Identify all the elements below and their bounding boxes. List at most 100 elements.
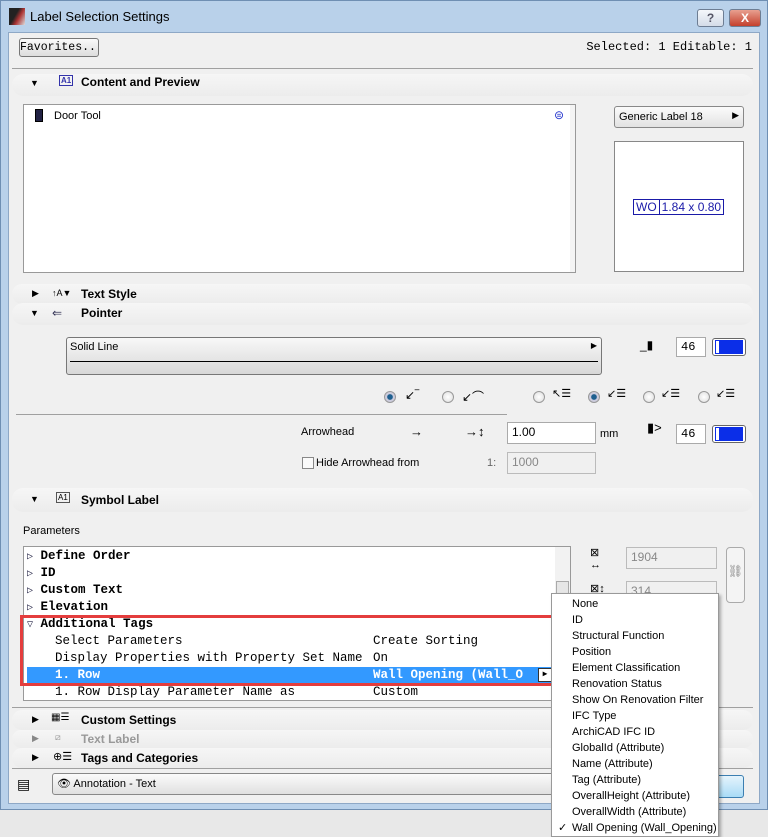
pointer-straight-radio[interactable] — [384, 391, 396, 403]
layer-value: Annotation - Text — [73, 778, 156, 790]
menu-item[interactable]: OverallHeight (Attribute) — [572, 788, 690, 804]
param-row[interactable]: ▷ Elevation — [27, 599, 554, 616]
expand-triangle-icon[interactable]: ▶ — [32, 752, 39, 763]
anchor-underline-icon: ↙☰ — [716, 388, 736, 400]
param-row[interactable]: ▷ Custom Text — [27, 582, 554, 599]
menu-item[interactable]: None — [572, 596, 598, 612]
menu-item[interactable]: Element Classification — [572, 660, 680, 676]
menu-item[interactable]: Renovation Status — [572, 676, 662, 692]
symbol-label-title: Symbol Label — [81, 493, 160, 507]
arrow-right-icon: ▶ — [732, 110, 739, 120]
menu-item[interactable]: IFC Type — [572, 708, 616, 724]
width-icon: ⊠ ↔ — [590, 547, 601, 571]
param-name: Custom Text — [40, 583, 124, 597]
menu-item-selected[interactable]: Wall Opening (Wall_Opening) — [572, 820, 717, 836]
param-name: Define Order — [40, 549, 131, 563]
param-row[interactable]: ▷ Define Order — [27, 548, 554, 565]
anchor-top-radio[interactable] — [533, 391, 545, 403]
anchor-underline-radio[interactable] — [698, 391, 710, 403]
pointer-curved-radio[interactable] — [442, 391, 454, 403]
divider — [12, 68, 753, 69]
options-icon[interactable]: ⊜ — [554, 108, 564, 122]
menu-item[interactable]: ArchiCAD IFC ID — [572, 724, 655, 740]
pointer-pen-color-button[interactable] — [712, 338, 746, 356]
favorites-button[interactable]: Favorites... — [19, 38, 99, 57]
menu-item[interactable]: Position — [572, 644, 611, 660]
curved-pointer-icon: ↙⌒ — [462, 390, 485, 404]
list-scrollbar[interactable] — [570, 105, 575, 272]
window-title: Label Selection Settings — [30, 9, 170, 24]
app-icon — [9, 8, 25, 25]
expand-triangle-icon[interactable]: ▶ — [32, 714, 39, 725]
line-type-value: Solid Line — [70, 341, 119, 353]
content-list[interactable] — [23, 104, 576, 273]
preview-size: 1.84 x 0.80 — [661, 200, 722, 214]
arrowhead-label: Arrowhead — [301, 426, 355, 438]
collapse-triangle-icon[interactable]: ▼ — [30, 308, 39, 318]
menu-item[interactable]: Tag (Attribute) — [572, 772, 641, 788]
pointer-pen-field[interactable]: 46 — [676, 337, 706, 357]
pen-icon: _▮ — [640, 338, 654, 352]
menu-item[interactable]: Show On Renovation Filter — [572, 692, 703, 708]
pointer-header[interactable] — [12, 303, 753, 325]
menu-item[interactable]: ID — [572, 612, 583, 628]
width-field[interactable]: 1904 — [626, 547, 717, 569]
door-icon — [35, 109, 43, 122]
anchor-bottom-icon: ↙☰ — [661, 388, 681, 400]
line-type-dropdown[interactable]: Solid Line ▶ — [66, 337, 602, 375]
pointer-icon: ⇐ — [52, 306, 63, 320]
menu-item[interactable]: Name (Attribute) — [572, 756, 653, 772]
collapse-triangle-icon[interactable]: ▼ — [30, 494, 39, 504]
arrowhead-size-icon: →↕ — [465, 424, 485, 439]
straight-pointer-icon: ↙‾ — [405, 388, 420, 402]
tags-categories-title: Tags and Categories — [81, 751, 199, 765]
label-type-value: Generic Label 18 — [619, 111, 703, 123]
arrowhead-pen-color-button[interactable] — [712, 425, 746, 443]
list-item-door-tool[interactable]: Door Tool — [54, 110, 101, 122]
param-value: Custom — [373, 685, 419, 699]
custom-settings-icon: ▦☰ — [51, 712, 70, 723]
hide-scale-field[interactable]: 1000 — [507, 452, 596, 474]
arrowhead-type-icon[interactable]: → — [410, 424, 423, 439]
anchor-middle-radio[interactable] — [588, 391, 600, 403]
help-button[interactable]: ? — [697, 9, 724, 27]
param-row[interactable]: ▷ ID — [27, 565, 554, 582]
text-style-title: Text Style — [81, 287, 137, 301]
parameters-label: Parameters — [23, 525, 80, 537]
arrowhead-pen-field[interactable]: 46 — [676, 424, 706, 444]
expand-triangle-icon[interactable]: ▶ — [32, 288, 39, 299]
parameter-value-menu: None ID Structural Function Position Ele… — [551, 593, 719, 837]
arrowhead-pen-icon: ▮> — [647, 420, 662, 435]
label-type-dropdown[interactable]: Generic Label 18 ▶ — [614, 106, 744, 128]
collapse-triangle-icon[interactable]: ▼ — [30, 78, 39, 88]
anchor-top-icon: ↖☰ — [552, 388, 572, 400]
label-a1-icon: A1 — [59, 75, 74, 86]
param-name: Elevation — [40, 600, 109, 614]
tags-categories-icon: ⊕☰ — [53, 751, 73, 763]
hide-arrowhead-checkbox[interactable] — [302, 457, 314, 469]
text-label-icon: ⧄ — [55, 732, 61, 742]
custom-settings-title: Custom Settings — [81, 713, 177, 727]
checkmark-icon: ✓ — [558, 822, 568, 834]
label-preview: WO 1.84 x 0.80 — [614, 141, 744, 272]
anchor-middle-icon: ↙☰ — [607, 388, 627, 400]
arrowhead-size-field[interactable]: 1.00 — [507, 422, 596, 444]
scale-prefix: 1: — [487, 457, 497, 469]
menu-item[interactable]: Structural Function — [572, 628, 664, 644]
divider — [16, 414, 507, 415]
layer-dropdown[interactable]: 👁 Annotation - Text — [52, 773, 562, 795]
eye-icon: 👁 — [57, 778, 71, 790]
expand-triangle-icon[interactable]: ▶ — [32, 733, 39, 744]
arrowhead-unit: mm — [600, 428, 619, 440]
param-name: ID — [40, 566, 56, 580]
menu-item[interactable]: GlobalId (Attribute) — [572, 740, 664, 756]
selection-status: Selected: 1 Editable: 1 — [586, 40, 752, 54]
param-row[interactable]: 1. Row Display Parameter Name as Custom — [27, 684, 554, 701]
anchor-bottom-radio[interactable] — [643, 391, 655, 403]
line-sample — [70, 361, 598, 362]
close-button[interactable]: X — [729, 9, 761, 27]
menu-item[interactable]: OverallWidth (Attribute) — [572, 804, 686, 820]
link-proportions-button[interactable]: ⛓ — [726, 547, 745, 603]
content-preview-title: Content and Preview — [81, 75, 200, 89]
hide-arrowhead-label: Hide Arrowhead from — [316, 457, 420, 469]
